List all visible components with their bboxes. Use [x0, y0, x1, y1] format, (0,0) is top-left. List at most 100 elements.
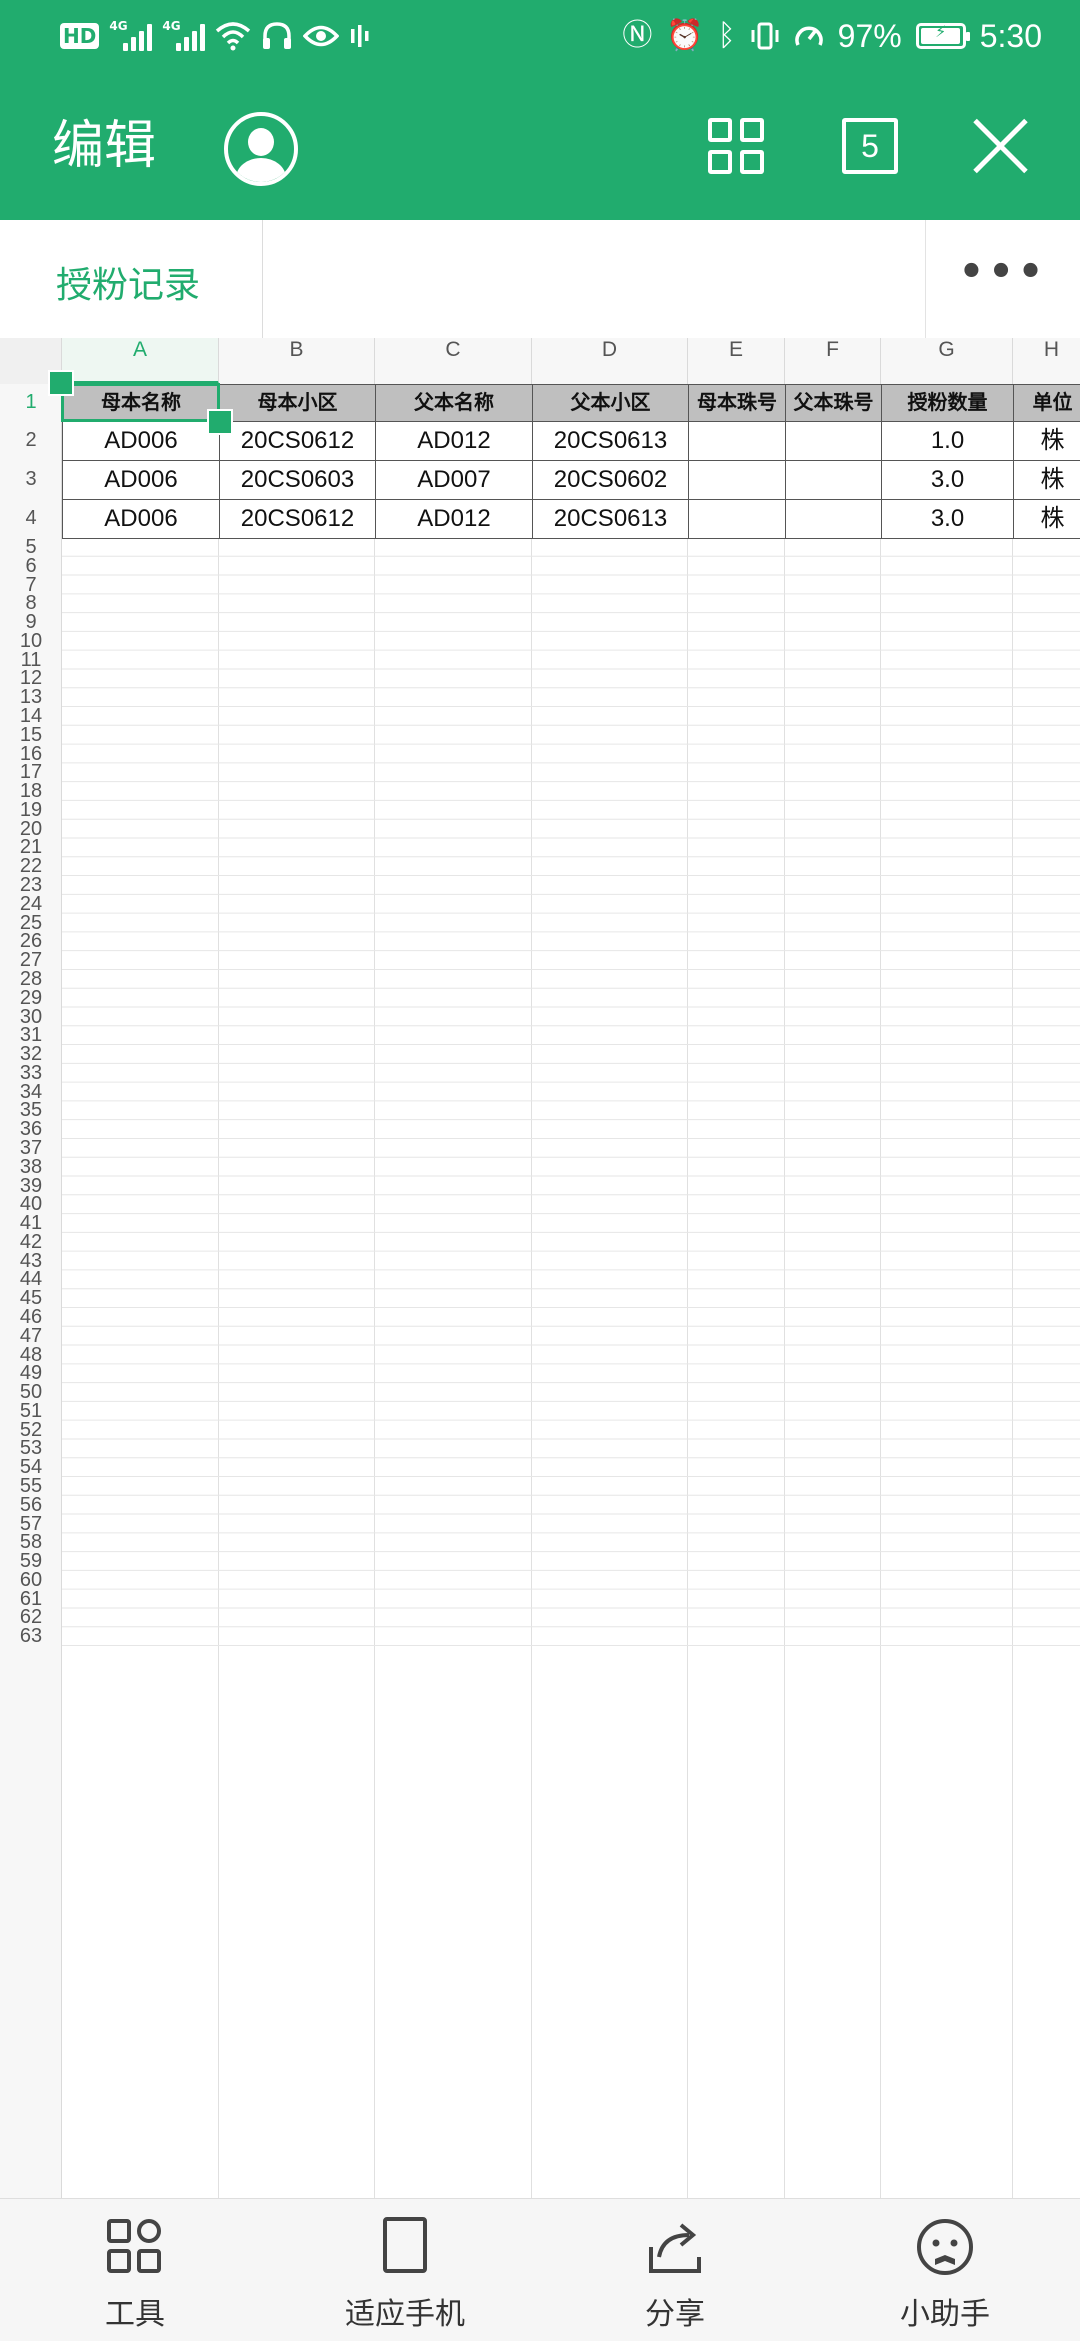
cell-a2[interactable]: AD006 [62, 421, 220, 461]
hd-icon: HD [60, 23, 100, 49]
cell-g2[interactable]: 1.0 [881, 421, 1014, 461]
share-icon [649, 2223, 701, 2273]
row-header-37[interactable]: 37 [0, 1138, 62, 1158]
row-header-5[interactable]: 5 [0, 537, 62, 557]
cell-d4[interactable]: 20CS0613 [532, 499, 689, 539]
cell-f3[interactable] [785, 460, 882, 500]
battery-percent: 97% [837, 18, 902, 54]
cell-e1[interactable]: 母本珠号 [688, 384, 786, 422]
column-header-f[interactable]: F [785, 338, 881, 384]
row-header-33[interactable]: 33 [0, 1063, 62, 1083]
row-header-42[interactable]: 42 [0, 1232, 62, 1252]
spreadsheet-grid[interactable]: ABCDEFGH 1 2 3 4 5 6 7 8 9 10 11 12 13 14 15 16 17 18 19 20… [0, 338, 1080, 2198]
close-icon[interactable] [970, 116, 1030, 176]
cell-f1[interactable]: 父本珠号 [785, 384, 882, 422]
row-header-32[interactable]: 32 [0, 1044, 62, 1064]
row-header-51[interactable]: 51 [0, 1401, 62, 1421]
row-header-56[interactable]: 56 [0, 1495, 62, 1515]
app-bar: 编辑 5 [0, 72, 1080, 220]
row-header-46[interactable]: 46 [0, 1307, 62, 1327]
cell-e3[interactable] [688, 460, 786, 500]
signal-icon-2: 4G [162, 19, 206, 51]
share-button[interactable]: 分享 [575, 2199, 775, 2341]
row-header-24[interactable]: 24 [0, 894, 62, 914]
row-header-38[interactable]: 38 [0, 1157, 62, 1177]
cell-a3[interactable]: AD006 [62, 460, 220, 500]
column-header-b[interactable]: B [219, 338, 375, 384]
row-header-63[interactable]: 63 [0, 1626, 62, 1646]
row-header-6[interactable]: 6 [0, 556, 62, 576]
cell-g1[interactable]: 授粉数量 [881, 384, 1014, 422]
row-header-23[interactable]: 23 [0, 875, 62, 895]
column-header-g[interactable]: G [881, 338, 1013, 384]
selection-handle-end[interactable] [207, 409, 233, 435]
row-header-28[interactable]: 28 [0, 969, 62, 989]
column-header-a[interactable]: A [62, 338, 219, 384]
cell-c4[interactable]: AD012 [375, 499, 533, 539]
row-header-10[interactable]: 10 [0, 631, 62, 651]
tools-button[interactable]: 工具 [35, 2199, 235, 2341]
cell-g3[interactable]: 3.0 [881, 460, 1014, 500]
page-title: 编辑 [52, 116, 157, 176]
row-header-19[interactable]: 19 [0, 800, 62, 820]
cell-b2[interactable]: 20CS0612 [219, 421, 376, 461]
cell-a1[interactable]: 母本名称 [62, 384, 220, 422]
row-header-55[interactable]: 55 [0, 1476, 62, 1496]
cell-b1[interactable]: 母本小区 [219, 384, 376, 422]
row-header-15[interactable]: 15 [0, 725, 62, 745]
cell-e2[interactable] [688, 421, 786, 461]
cell-a4[interactable]: AD006 [62, 499, 220, 539]
column-header-e[interactable]: E [688, 338, 785, 384]
row-header-4[interactable]: 4 [0, 499, 62, 538]
cell-h2[interactable]: 株 [1013, 421, 1080, 461]
cell-e4[interactable] [688, 499, 786, 539]
row-header-47[interactable]: 47 [0, 1326, 62, 1346]
column-header-c[interactable]: C [375, 338, 532, 384]
cell-c3[interactable]: AD007 [375, 460, 533, 500]
row-header-2[interactable]: 2 [0, 421, 62, 460]
fit-phone-label: 适应手机 [345, 2297, 465, 2332]
tab-active-sheet[interactable]: 授粉记录 [0, 220, 263, 338]
status-left: HD 4G 4G [60, 14, 371, 58]
sheet-tab-bar: 授粉记录 ••• [0, 220, 1080, 339]
cell-b4[interactable]: 20CS0612 [219, 499, 376, 539]
row-header-60[interactable]: 60 [0, 1570, 62, 1590]
fit-phone-icon [383, 2217, 427, 2273]
column-header-h[interactable]: H [1013, 338, 1080, 384]
assistant-icon [917, 2219, 973, 2275]
speed-icon [794, 26, 823, 46]
fit-phone-button[interactable]: 适应手机 [305, 2199, 505, 2341]
battery-icon: ⚡ [915, 22, 970, 49]
clock: 5:30 [979, 18, 1042, 54]
cell-f2[interactable] [785, 421, 882, 461]
row-header-14[interactable]: 14 [0, 706, 62, 726]
charging-icon: ⚡ [935, 22, 947, 41]
cell-h4[interactable]: 株 [1013, 499, 1080, 539]
cell-b3[interactable]: 20CS0603 [219, 460, 376, 500]
more-options-icon[interactable]: ••• [925, 220, 1080, 338]
cell-d1[interactable]: 父本小区 [532, 384, 689, 422]
sheets-count-icon[interactable]: 5 [842, 118, 898, 174]
column-header-d[interactable]: D [532, 338, 688, 384]
tab-bar-spacer [263, 220, 925, 338]
cell-h1[interactable]: 单位 [1013, 384, 1080, 422]
assistant-label: 小助手 [900, 2297, 990, 2332]
row-header-29[interactable]: 29 [0, 988, 62, 1008]
bottom-toolbar: 工具 适应手机 分享 小助手 [0, 2198, 1080, 2341]
cell-d3[interactable]: 20CS0602 [532, 460, 689, 500]
sim2-label: 4G [162, 19, 181, 33]
grid-view-icon[interactable] [708, 118, 768, 178]
cell-f4[interactable] [785, 499, 882, 539]
cell-d2[interactable]: 20CS0613 [532, 421, 689, 461]
row-header-3[interactable]: 3 [0, 460, 62, 499]
cell-g4[interactable]: 3.0 [881, 499, 1014, 539]
bluetooth-icon: ᛒ [717, 18, 736, 53]
cell-c1[interactable]: 父本名称 [375, 384, 533, 422]
selection-handle-start[interactable] [48, 370, 74, 396]
avatar-icon[interactable] [224, 112, 298, 186]
cell-c2[interactable]: AD012 [375, 421, 533, 461]
assistant-button[interactable]: 小助手 [845, 2199, 1045, 2341]
eye-icon [303, 25, 340, 47]
alarm-icon: ⏰ [666, 18, 704, 53]
cell-h3[interactable]: 株 [1013, 460, 1080, 500]
